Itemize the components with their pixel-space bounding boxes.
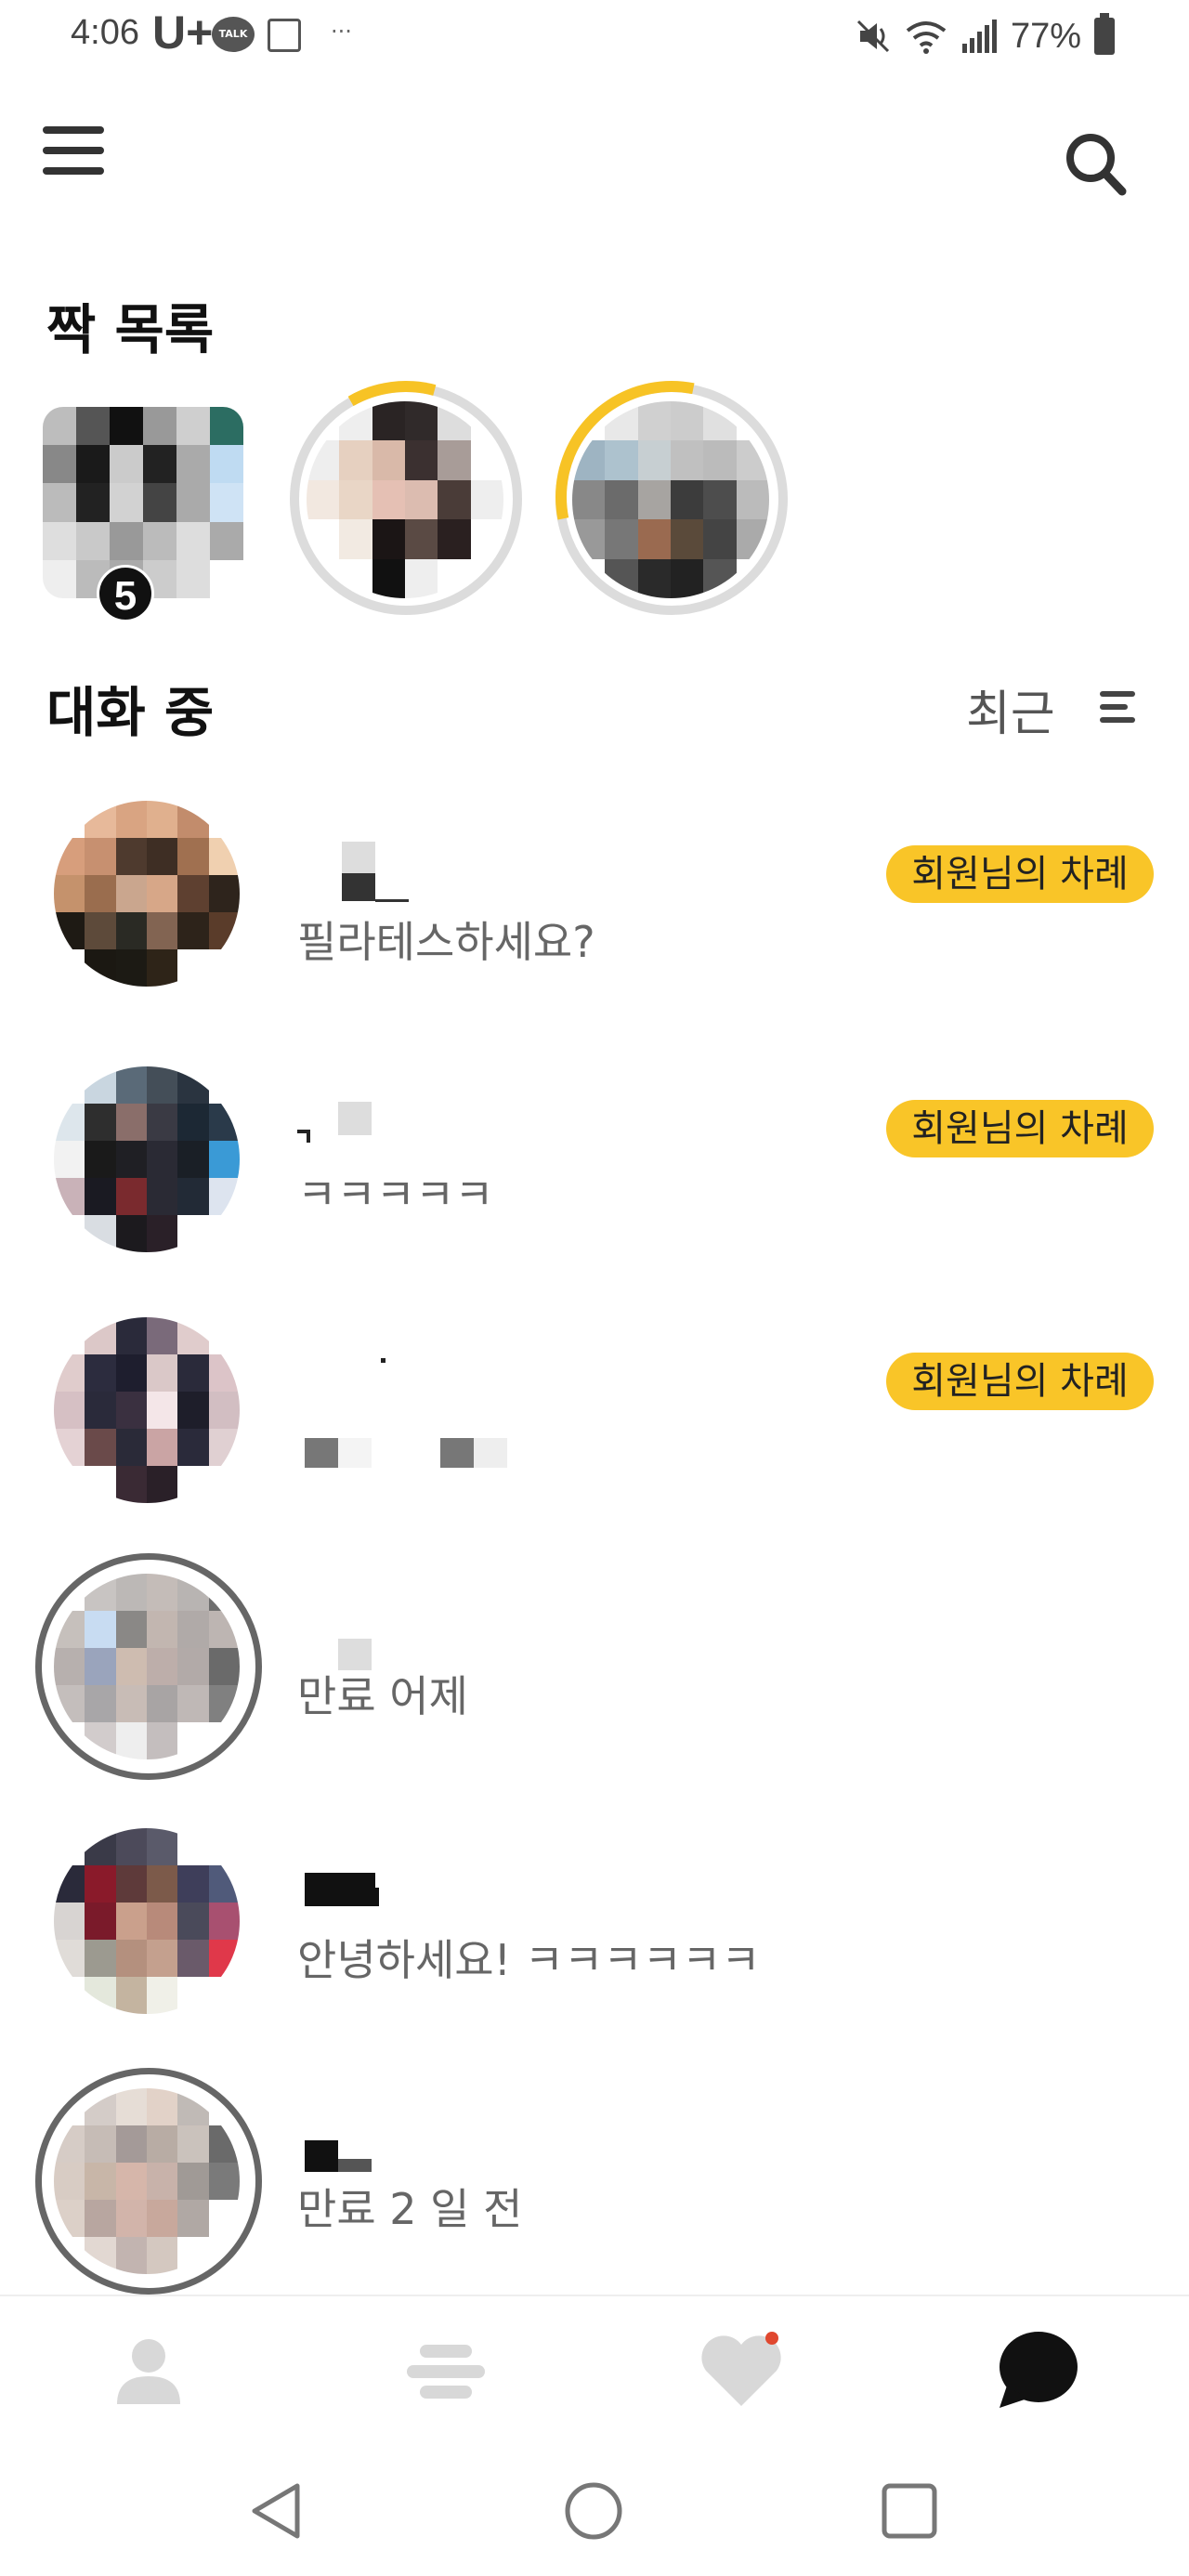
your-turn-badge: 회원님의 차례 — [886, 1353, 1154, 1410]
match-count-badge: 5 — [97, 565, 154, 622]
carrier-logo: U+ — [152, 7, 214, 59]
status-time: 4:06 — [71, 13, 139, 52]
home-icon[interactable] — [561, 2478, 626, 2543]
conversation-avatar — [54, 1317, 240, 1503]
last-message: ㅋㅋㅋㅋㅋ — [297, 1170, 494, 1220]
status-bar: 4:06 U+ TALK ··· 77% — [0, 0, 1189, 74]
chat-bubble-icon[interactable] — [990, 2324, 1083, 2417]
system-nav-bar — [0, 2452, 1189, 2576]
bottom-nav — [0, 2295, 1189, 2452]
match-card-group[interactable] — [43, 407, 243, 598]
conversation-row[interactable]: 회원님의 차례 — [0, 1291, 1189, 1533]
wifi-icon — [906, 21, 947, 54]
feed-icon[interactable] — [399, 2324, 492, 2417]
status-right: 77% — [855, 13, 1115, 59]
match-avatar[interactable] — [572, 401, 769, 598]
conversation-avatar — [54, 801, 240, 987]
sort-button[interactable]: 최근 — [966, 674, 1055, 744]
last-message: 안녕하세요! ㅋㅋㅋㅋㅋㅋ — [297, 1935, 761, 1985]
conversation-row[interactable]: 안녕하세요! ㅋㅋㅋㅋㅋㅋ — [0, 1802, 1189, 2044]
last-message: 필라테스하세요? — [297, 917, 595, 967]
hamburger-menu-icon[interactable] — [43, 126, 104, 182]
your-turn-badge: 회원님의 차례 — [886, 1100, 1154, 1157]
back-icon[interactable] — [245, 2478, 310, 2543]
your-turn-badge: 회원님의 차례 — [886, 845, 1154, 903]
profile-icon[interactable] — [102, 2324, 195, 2417]
notification-dot — [765, 2332, 778, 2345]
talk-icon: TALK — [212, 17, 255, 52]
match-avatar[interactable] — [307, 401, 503, 598]
sort-lines-icon[interactable] — [1100, 691, 1135, 723]
conversation-row[interactable]: 회원님의 차례 ㅋㅋㅋㅋㅋ — [0, 1040, 1189, 1282]
recent-apps-icon[interactable] — [877, 2478, 942, 2543]
match-list-title: 짝 목록 — [46, 298, 215, 361]
conversation-row[interactable]: 만료 2 일 전 — [0, 2051, 1189, 2295]
mute-icon — [856, 20, 889, 53]
conversation-avatar — [54, 1066, 240, 1252]
expiry-status: 만료 2 일 전 — [297, 2184, 523, 2234]
conversation-row[interactable]: 회원님의 차례 필라테스하세요? — [0, 780, 1189, 1022]
conversation-avatar — [54, 2088, 240, 2274]
calendar-icon — [268, 19, 301, 52]
conversation-avatar — [54, 1828, 240, 2014]
conversation-avatar — [54, 1574, 240, 1759]
expiry-status: 만료 어제 — [297, 1671, 468, 1721]
battery-icon — [1094, 13, 1115, 55]
battery-percent: 77% — [1010, 16, 1081, 56]
conversation-row[interactable]: 만료 어제 — [0, 1542, 1189, 1784]
search-icon[interactable] — [1063, 130, 1128, 199]
overflow-dots: ··· — [331, 19, 352, 45]
conversations-title: 대화 중 — [46, 681, 215, 744]
signal-icon — [961, 20, 997, 53]
